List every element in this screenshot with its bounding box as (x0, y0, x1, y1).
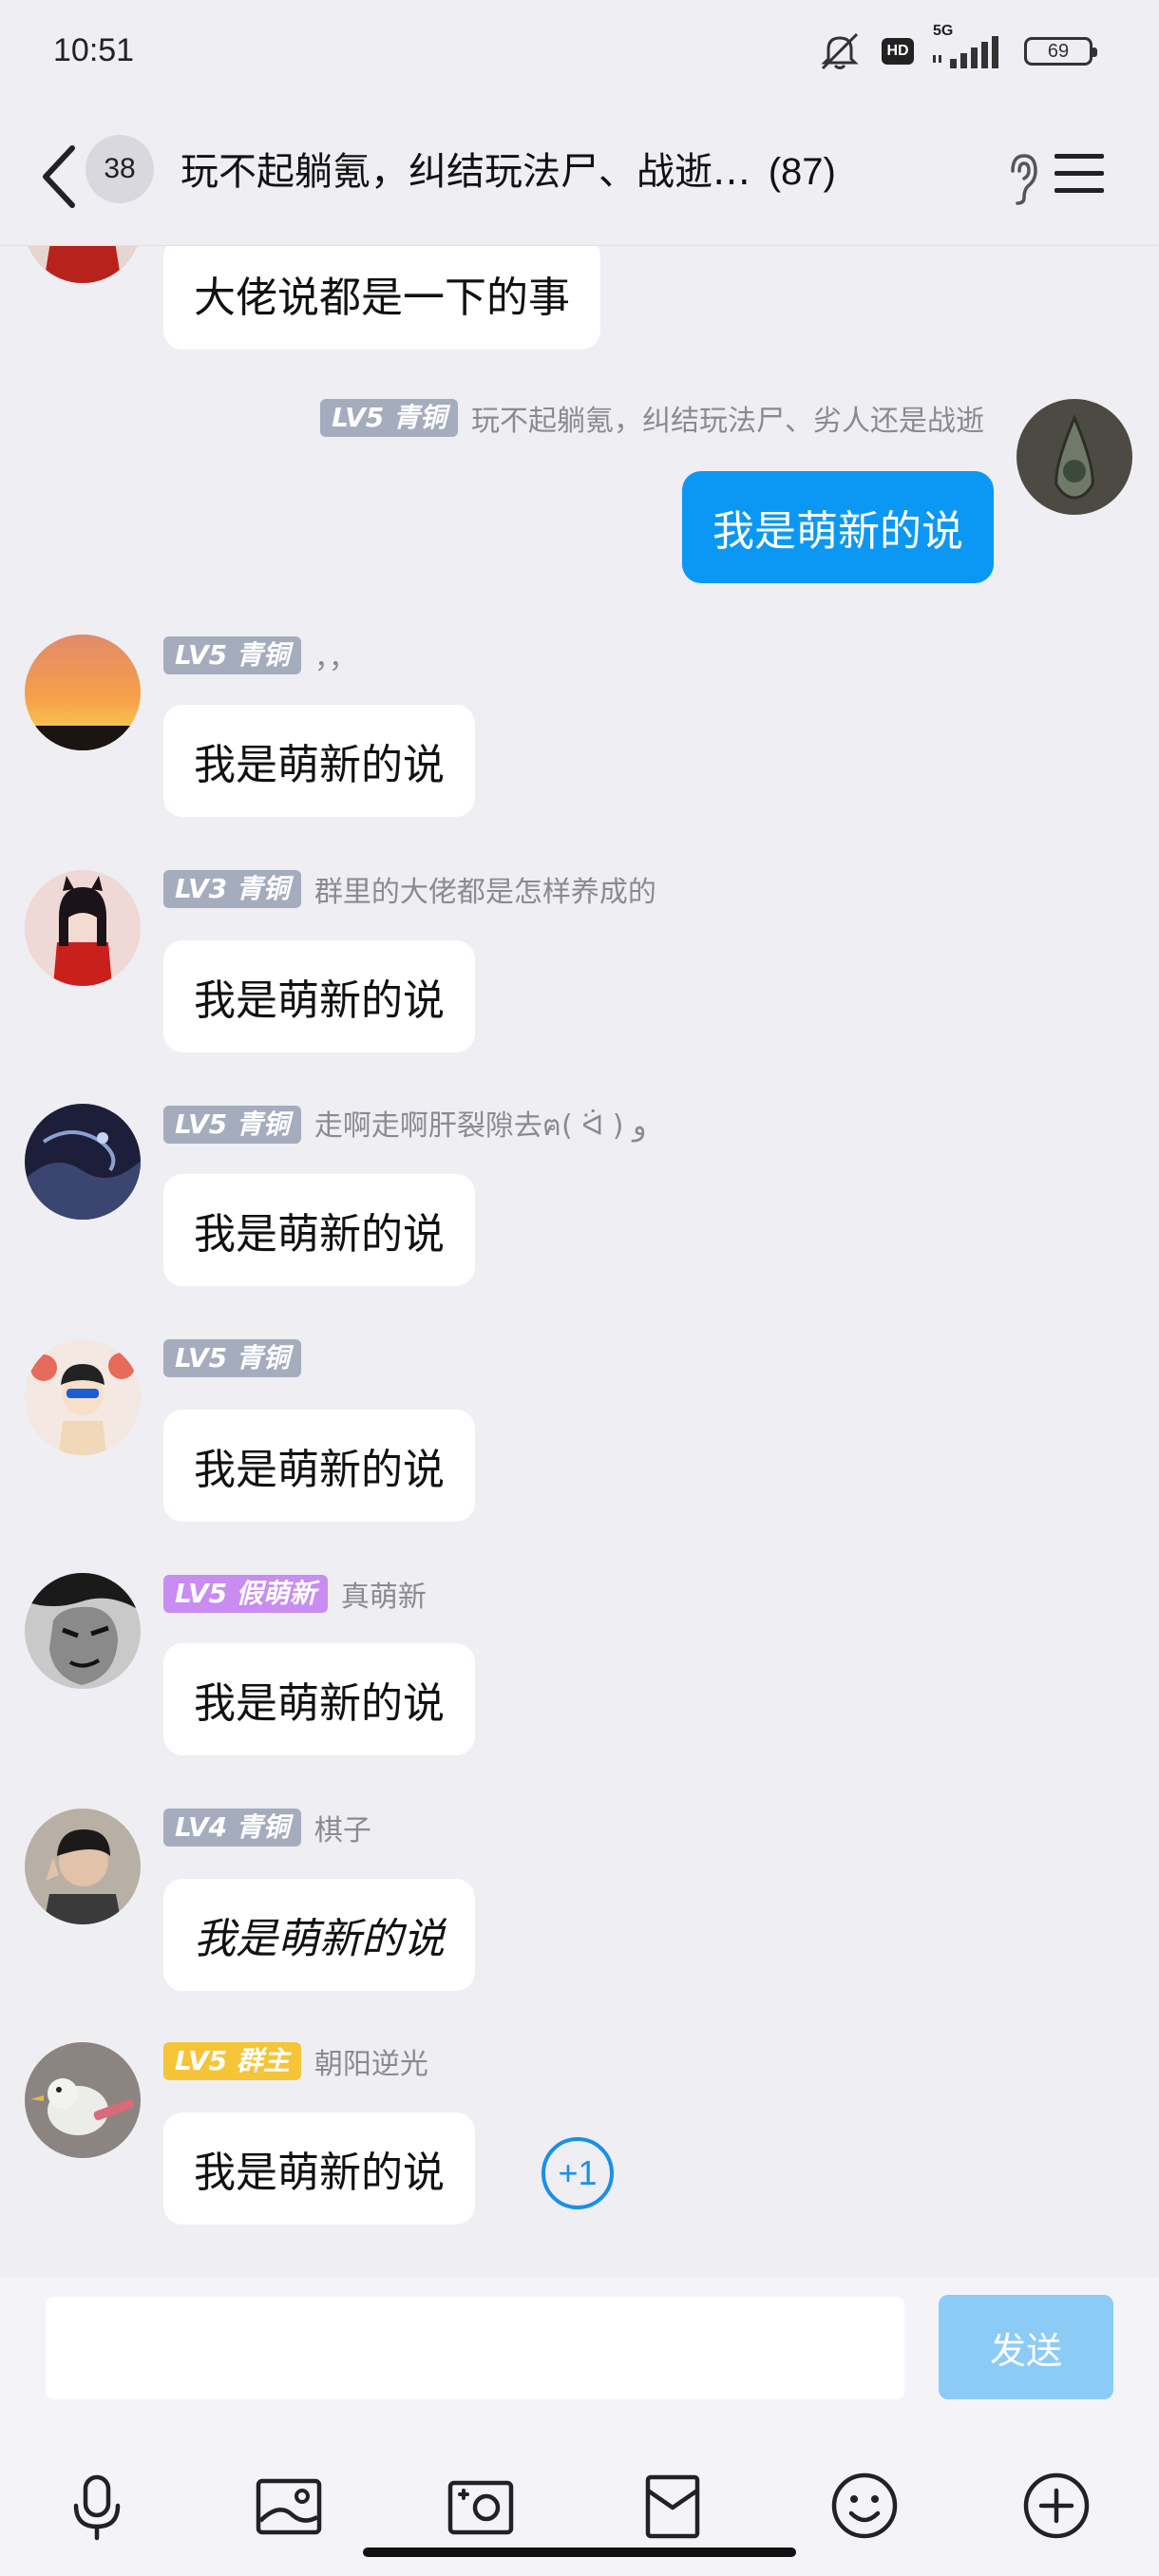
message-meta: LV3 青铜 群里的大佬都是怎样养成的 (163, 870, 656, 909)
message-meta: LV5 假萌新 真萌新 (163, 1575, 427, 1614)
level-badge: LV5 青铜 (163, 1339, 301, 1377)
level-badge: LV5 青铜 (163, 636, 301, 674)
unread-count-badge[interactable]: 38 (86, 135, 154, 203)
avatar-image (25, 1809, 141, 1924)
menu-icon[interactable] (1054, 152, 1104, 196)
plus-one-button[interactable]: +1 (542, 2137, 614, 2209)
avatar-image (25, 635, 141, 750)
sender-name: 走啊走啊肝裂隙去ฅ( ᐛ ) و (314, 1108, 647, 1143)
message-bubble[interactable]: 我是萌新的说 (163, 1643, 475, 1755)
sender-name: 棋子 (314, 1814, 371, 1847)
avatar-image (1016, 399, 1132, 515)
chat-header: 38 玩不起躺氪，纠结玩法尸、战逝… (87) (0, 104, 1159, 246)
battery-icon: 69 (1024, 37, 1097, 66)
message-bubble[interactable]: 我是萌新的说 (163, 1410, 475, 1522)
avatar[interactable] (25, 2042, 141, 2158)
avatar[interactable] (25, 1104, 141, 1220)
level-badge: LV4 青铜 (163, 1809, 301, 1847)
avatar-image (25, 1339, 141, 1455)
plus-icon[interactable] (1018, 2468, 1094, 2544)
message-input[interactable] (46, 2297, 904, 2399)
home-indicator (363, 2548, 796, 2557)
level-badge: LV5 假萌新 (163, 1575, 328, 1613)
message-bubble[interactable]: 我是萌新的说 (163, 1174, 475, 1286)
message-bubble[interactable]: 我是萌新的说 (163, 705, 475, 817)
status-bar: 10:51 HD 5G 69 (0, 0, 1159, 104)
signal-icon (933, 36, 998, 68)
ear-icon[interactable] (1005, 150, 1039, 207)
message-meta: LV5 青铜 ，， (163, 636, 357, 675)
level-badge: LV5 群主 (163, 2042, 301, 2080)
back-icon[interactable] (36, 139, 84, 215)
message-bubble[interactable]: 我是萌新的说 (163, 1879, 475, 1991)
emoji-icon[interactable] (826, 2468, 902, 2544)
avatar-image (25, 2042, 141, 2158)
message-meta: LV5 青铜 玩不起躺氪，纠结玩法尸、劣人还是战逝 (320, 399, 984, 438)
message-bubble[interactable]: 我是萌新的说 (163, 940, 475, 1052)
sender-name: ，， (314, 642, 357, 675)
avatar[interactable] (25, 1573, 141, 1689)
self-avatar[interactable] (1016, 399, 1132, 515)
camera-icon[interactable] (443, 2468, 519, 2544)
level-badge: LV3 青铜 (163, 870, 301, 908)
level-badge: LV5 青铜 (163, 1106, 301, 1144)
signal-group: 5G (933, 23, 1005, 70)
voice-icon[interactable] (59, 2468, 135, 2544)
status-time: 10:51 (53, 32, 135, 68)
chat-title[interactable]: 玩不起躺氪，纠结玩法尸、战逝… (87) (180, 139, 988, 205)
message-bubble[interactable]: 大佬说都是一下的事 (163, 237, 600, 350)
sender-name: 真萌新 (340, 1581, 427, 1614)
message-meta: LV4 青铜 棋子 (163, 1809, 371, 1847)
avatar-image (25, 1104, 141, 1220)
mute-icon (821, 32, 859, 70)
avatar-image (25, 1573, 141, 1689)
red-packet-icon[interactable] (635, 2468, 711, 2544)
avatar[interactable] (25, 1809, 141, 1924)
message-meta: LV5 青铜 (163, 1339, 301, 1377)
avatar[interactable] (25, 635, 141, 750)
group-name: 玩不起躺氪，纠结玩法尸、战逝… (180, 150, 750, 194)
composer: 发送 (0, 2278, 1159, 2576)
sender-name: 玩不起躺氪，纠结玩法尸、劣人还是战逝 (471, 405, 984, 438)
avatar[interactable] (25, 1339, 141, 1455)
hd-badge: HD (882, 38, 914, 65)
avatar-image (25, 870, 141, 986)
message-bubble-self[interactable]: 我是萌新的说 (682, 471, 994, 583)
status-icons: HD 5G 69 (817, 23, 1097, 72)
send-button[interactable]: 发送 (939, 2295, 1113, 2399)
image-icon[interactable] (251, 2468, 327, 2544)
sender-name: 群里的大佬都是怎样养成的 (314, 876, 656, 909)
sender-name: 朝阳逆光 (314, 2048, 428, 2081)
message-meta: LV5 青铜 走啊走啊肝裂隙去ฅ( ᐛ ) و (163, 1106, 647, 1144)
level-badge: LV5 青铜 (320, 399, 458, 437)
member-count: (87) (768, 151, 836, 193)
message-bubble[interactable]: 我是萌新的说 (163, 2112, 475, 2225)
message-meta: LV5 群主 朝阳逆光 (163, 2042, 428, 2081)
avatar[interactable] (25, 870, 141, 986)
